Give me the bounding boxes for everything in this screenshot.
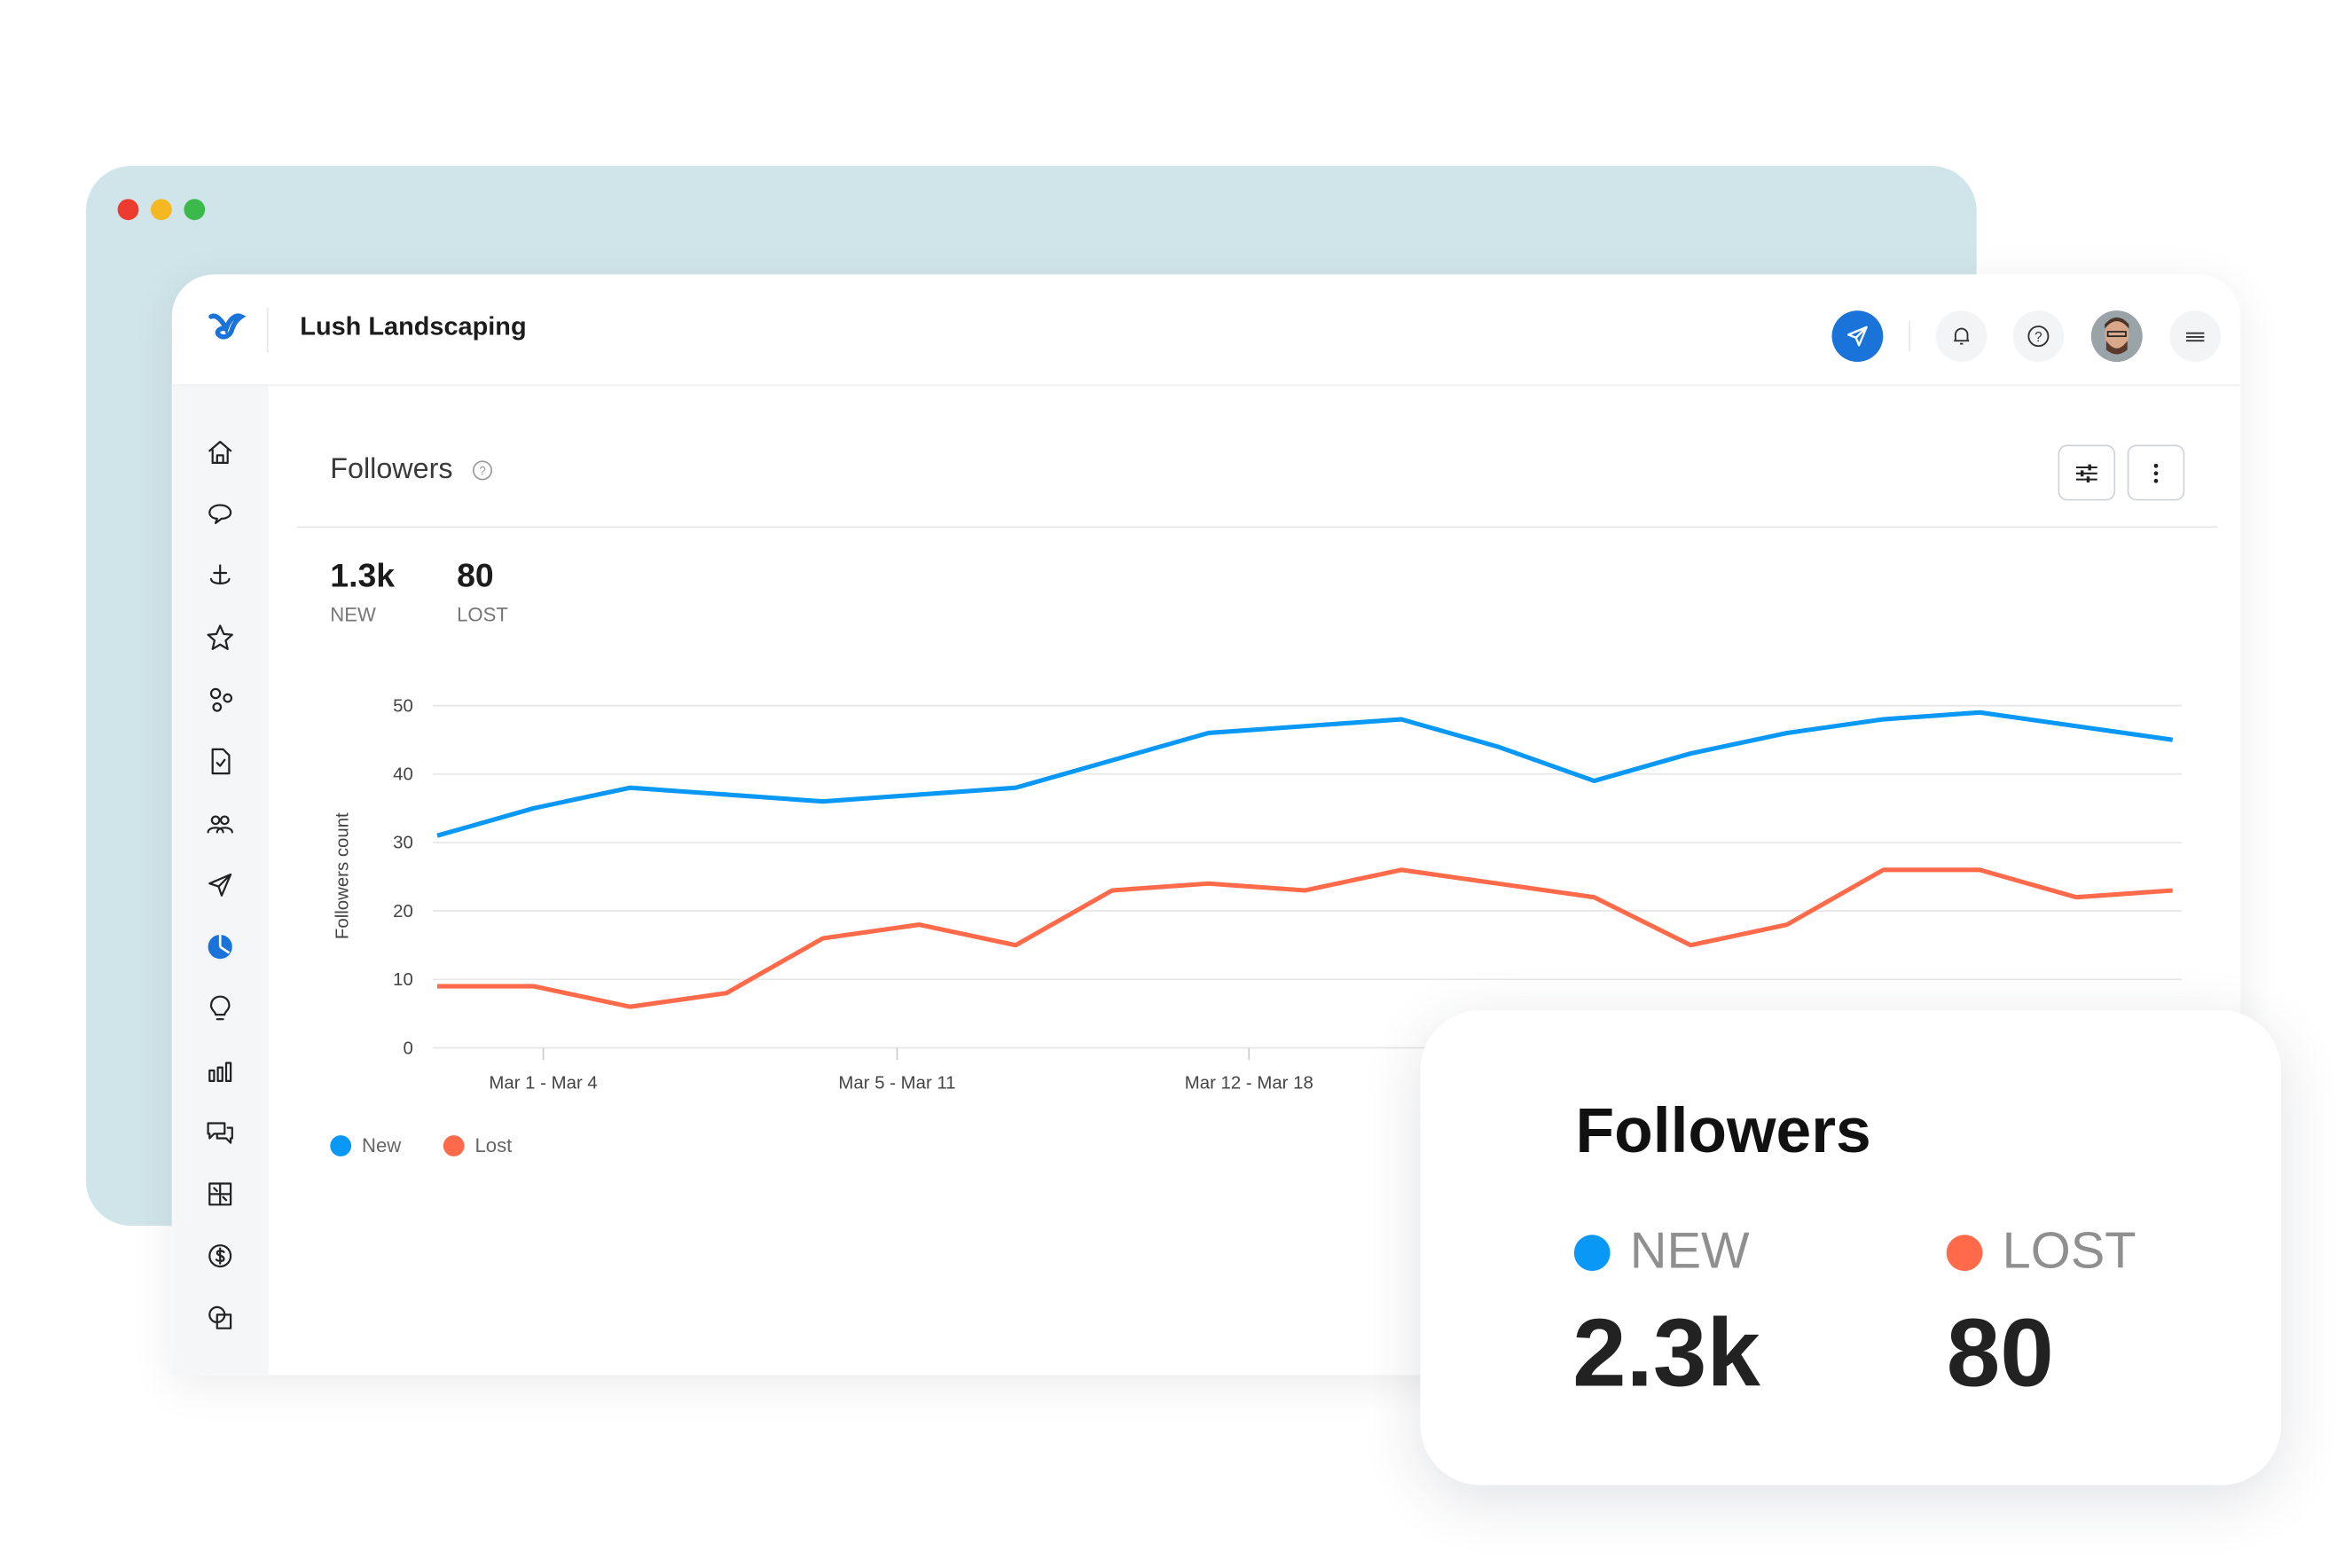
- y-tick-label: 0: [403, 1039, 412, 1058]
- x-tick-label: Mar 5 - Mar 11: [838, 1073, 955, 1093]
- card-new-value: 2.3k: [1572, 1297, 1760, 1408]
- card-lost-label: LOST: [2003, 1223, 2136, 1282]
- y-tick-label: 20: [393, 902, 413, 921]
- x-tick-label: Mar 1 - Mar 4: [489, 1073, 597, 1093]
- card-lost-value: 80: [1947, 1297, 2054, 1408]
- y-axis-title: Followers count: [333, 812, 353, 939]
- followers-summary-card: Followers NEW LOST 2.3k 80: [1420, 1010, 2281, 1486]
- y-tick-label: 30: [393, 834, 413, 853]
- y-tick-label: 40: [393, 765, 413, 785]
- legend-dot-lost: [443, 1135, 465, 1156]
- new-dot: [1574, 1235, 1611, 1271]
- card-title: Followers: [1576, 1094, 1871, 1167]
- lost-dot: [1947, 1235, 1983, 1271]
- y-tick-label: 10: [393, 970, 413, 990]
- y-tick-label: 50: [393, 696, 413, 716]
- x-tick-label: Mar 12 - Mar 18: [1185, 1073, 1313, 1093]
- legend-label: Lost: [474, 1134, 512, 1156]
- card-new-label: NEW: [1630, 1223, 1750, 1282]
- legend-dot-new: [330, 1135, 351, 1156]
- legend-label: New: [362, 1134, 402, 1156]
